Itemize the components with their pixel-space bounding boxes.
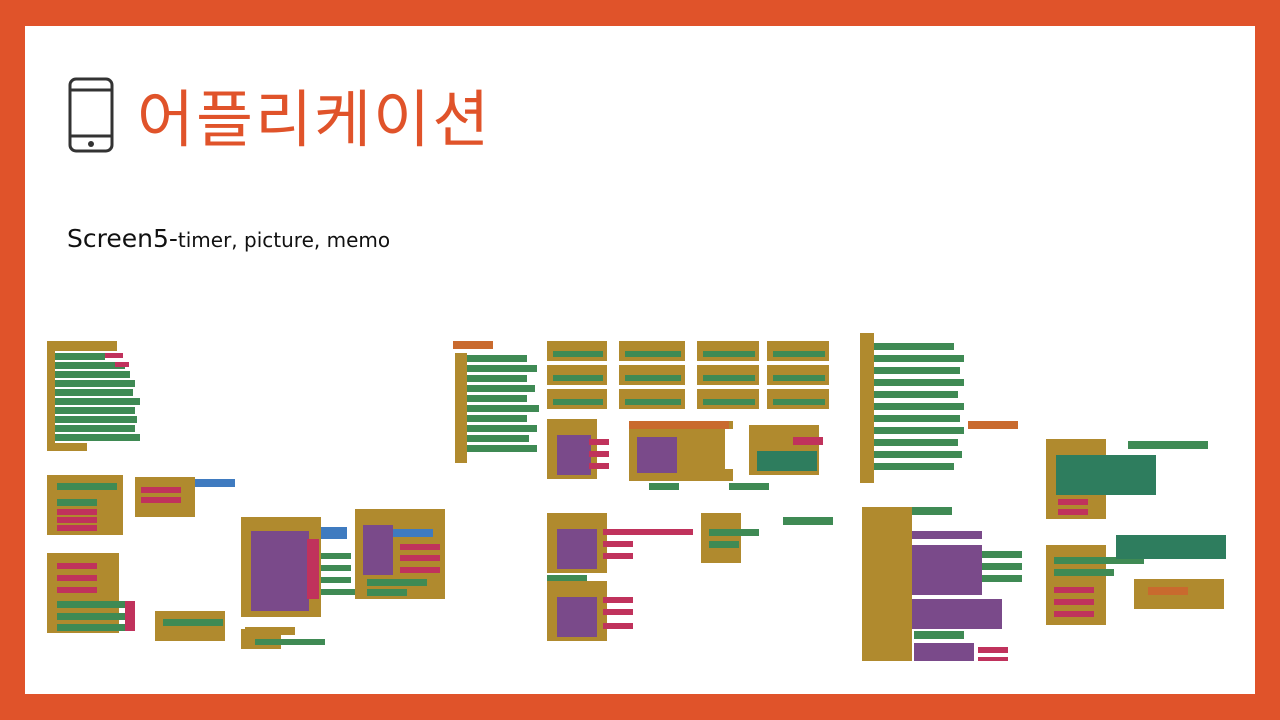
slide-frame: 어플리케이션 Screen5-timer, picture, memo [0,0,1280,720]
subtitle-detail: timer, picture, memo [177,228,391,252]
slide: 어플리케이션 Screen5-timer, picture, memo [25,26,1255,694]
slide-subtitle: Screen5-timer, picture, memo [67,224,390,253]
smartphone-icon [68,77,114,153]
blocks-panel-3 [860,333,1226,661]
blocks-panel-1 [47,341,445,649]
blocks-panel-2 [453,341,833,641]
slide-title: 어플리케이션 [137,83,492,156]
subtitle-main: Screen5- [67,224,178,253]
